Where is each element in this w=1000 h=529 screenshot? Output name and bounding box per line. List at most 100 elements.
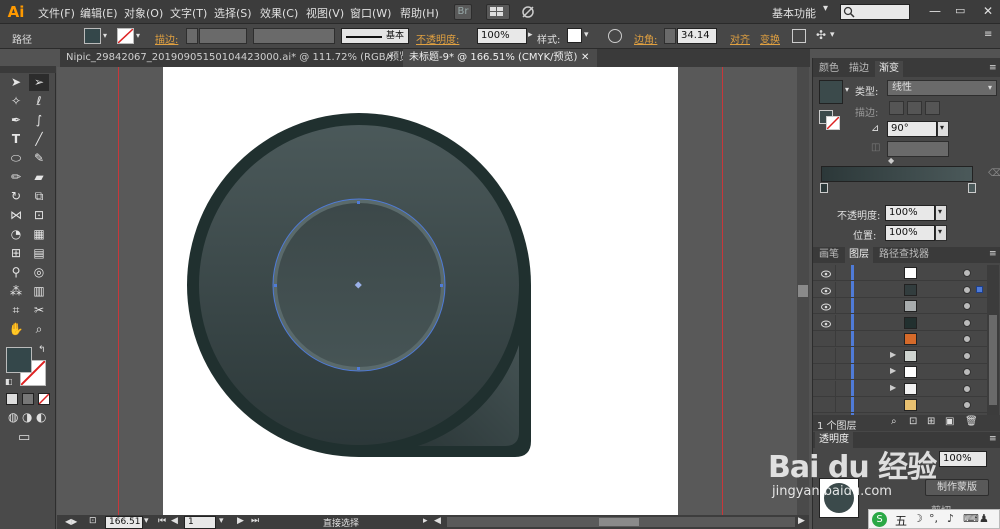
anchor-point-left[interactable] — [274, 284, 277, 287]
make-mask-button[interactable]: 制作蒙版 — [925, 479, 989, 496]
transparency-opacity-input[interactable]: 100% — [939, 451, 987, 467]
visibility-eye-icon[interactable] — [821, 367, 831, 375]
visibility-eye-icon[interactable] — [821, 351, 831, 359]
gradient-aspect-input[interactable] — [887, 141, 949, 157]
gradient-opacity-dropdown[interactable]: ▾ — [935, 205, 947, 221]
expand-arrow-icon[interactable]: ▶ — [890, 366, 896, 375]
visibility-eye-icon[interactable] — [821, 268, 831, 278]
stroke-across-button[interactable] — [925, 101, 940, 115]
gradient-preview-swatch[interactable] — [819, 80, 843, 104]
layer-target-icon[interactable] — [963, 401, 971, 409]
stroke-along-button[interactable] — [907, 101, 922, 115]
visibility-eye-icon[interactable] — [821, 384, 831, 392]
transparency-thumbnail[interactable] — [819, 478, 859, 518]
tab-color[interactable]: 颜色 — [815, 61, 843, 77]
ime-punctuation-icon[interactable]: °, — [929, 512, 938, 525]
make-clipping-mask-icon[interactable]: ⊡ — [909, 416, 917, 427]
gradient-position-dropdown[interactable]: ▾ — [935, 225, 947, 241]
tab-stroke[interactable]: 描边 — [845, 61, 873, 77]
layers-scrollbar[interactable] — [987, 265, 999, 415]
tab-pathfinder[interactable]: 路径查找器 — [875, 247, 933, 263]
lock-column[interactable] — [835, 364, 836, 380]
visibility-eye-icon[interactable] — [821, 400, 831, 408]
layer-row[interactable]: ▶ — [813, 347, 987, 364]
gradient-stop-right[interactable] — [968, 183, 976, 193]
tab-layers[interactable]: 图层 — [845, 247, 873, 263]
gradient-stroke-swatch[interactable] — [826, 116, 840, 130]
tab-brushes[interactable]: 画笔 — [815, 247, 843, 263]
ime-keyboard-icon[interactable]: ⌨ — [963, 512, 979, 525]
anchor-point-top[interactable] — [357, 201, 360, 204]
fill-color-swatch[interactable] — [6, 347, 32, 373]
lock-column[interactable] — [835, 298, 836, 314]
ime-moon-icon[interactable]: ☽ — [913, 512, 923, 525]
layer-row[interactable]: ▶ — [813, 380, 987, 397]
artboard-chevron-icon[interactable]: ▾ — [219, 516, 224, 526]
lock-column[interactable] — [835, 347, 836, 364]
layer-target-icon[interactable] — [963, 351, 971, 360]
last-artboard-icon[interactable]: ⏭ — [251, 516, 259, 526]
canvas-vertical-scrollbar[interactable] — [797, 67, 809, 515]
ime-microphone-icon[interactable]: ♪ — [947, 512, 954, 525]
lock-column[interactable] — [835, 380, 836, 397]
layer-row[interactable]: ▶ — [813, 364, 987, 380]
layer-target-icon[interactable] — [963, 318, 971, 327]
anchor-point-right[interactable] — [440, 284, 443, 287]
layer-target-icon[interactable] — [963, 384, 971, 393]
gradient-midpoint-icon[interactable]: ◆ — [888, 156, 894, 165]
gradient-panel-menu-icon[interactable]: ≡ — [989, 63, 997, 73]
layer-row[interactable] — [813, 298, 987, 314]
layer-row[interactable] — [813, 331, 987, 347]
canvas-horizontal-scrollbar[interactable] — [447, 517, 795, 527]
gradient-position-input[interactable]: 100% — [885, 225, 935, 241]
delete-layer-icon[interactable]: 🗑 — [965, 416, 978, 427]
stroke-within-button[interactable] — [889, 101, 904, 115]
vertical-scroll-thumb[interactable] — [798, 285, 808, 297]
layers-scroll-thumb[interactable] — [989, 315, 997, 405]
visibility-eye-icon[interactable] — [821, 285, 831, 294]
angle-dropdown[interactable]: ▾ — [937, 121, 949, 137]
transparency-panel-menu-icon[interactable]: ≡ — [989, 434, 997, 444]
scroll-right-icon[interactable]: ▶ — [798, 516, 805, 526]
layer-row[interactable] — [813, 314, 987, 331]
layer-target-icon[interactable] — [963, 368, 971, 376]
gradient-preset-chevron-icon[interactable]: ▾ — [845, 85, 849, 94]
ime-mode-label[interactable]: 五 — [895, 512, 907, 529]
gradient-stop-left[interactable] — [820, 183, 828, 193]
gradient-delete-stop-icon[interactable]: ⌫ — [988, 168, 1000, 179]
layers-panel-menu-icon[interactable]: ≡ — [989, 249, 997, 259]
expand-arrow-icon[interactable]: ▶ — [890, 350, 896, 359]
lock-column[interactable] — [835, 265, 836, 281]
gradient-opacity-input[interactable]: 100% — [885, 205, 935, 221]
layer-row[interactable] — [813, 281, 987, 298]
status-artboard-icon[interactable]: ⊡ — [89, 516, 97, 526]
selection-indicator[interactable] — [976, 285, 983, 293]
expand-arrow-icon[interactable]: ▶ — [890, 383, 896, 392]
status-menu-icon[interactable]: ▸ — [423, 516, 428, 526]
first-artboard-icon[interactable]: ⏮ — [158, 516, 166, 526]
new-layer-icon[interactable]: ▣ — [945, 416, 954, 427]
gradient-angle-input[interactable]: 90° — [887, 121, 937, 137]
gradient-slider[interactable] — [821, 166, 973, 182]
tab-gradient[interactable]: 渐变 — [875, 61, 903, 77]
visibility-eye-icon[interactable] — [821, 334, 831, 342]
layer-target-icon[interactable] — [963, 335, 971, 343]
horizontal-scroll-thumb[interactable] — [599, 518, 639, 526]
layer-row[interactable] — [813, 265, 987, 281]
layer-target-icon[interactable] — [963, 269, 971, 277]
layer-target-icon[interactable] — [963, 285, 971, 294]
current-tool-status[interactable]: 直接选择 — [323, 516, 359, 529]
lock-column[interactable] — [835, 331, 836, 347]
anchor-point-bottom[interactable] — [357, 367, 360, 370]
scroll-left-icon[interactable]: ◀ — [434, 516, 441, 526]
ime-logo-icon[interactable]: S — [872, 512, 887, 527]
visibility-eye-icon[interactable] — [821, 318, 831, 327]
visibility-eye-icon[interactable] — [821, 301, 831, 311]
layer-target-icon[interactable] — [963, 302, 971, 310]
lock-column[interactable] — [835, 397, 836, 413]
previous-artboard-icon[interactable]: ◀ — [171, 516, 178, 526]
lock-column[interactable] — [835, 281, 836, 298]
locate-object-icon[interactable]: ⌕ — [891, 416, 897, 427]
zoom-level-input[interactable]: 166.51 — [105, 516, 143, 529]
next-artboard-icon[interactable]: ▶ — [237, 516, 244, 526]
